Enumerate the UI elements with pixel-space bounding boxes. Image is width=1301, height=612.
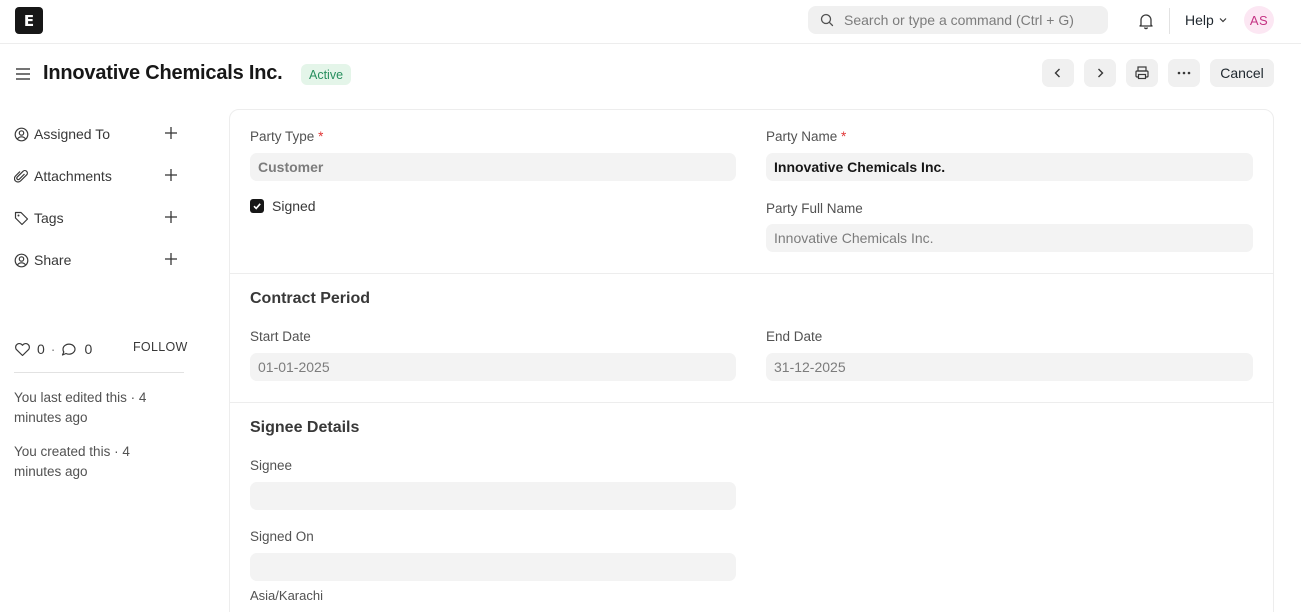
printer-icon (1135, 66, 1149, 80)
sidebar-divider (14, 372, 184, 373)
party-name-field[interactable]: Innovative Chemicals Inc. (766, 153, 1253, 181)
sidebar-item-label: Share (34, 252, 72, 268)
end-date-field[interactable]: 31-12-2025 (766, 353, 1253, 381)
search-icon (820, 13, 834, 27)
share-icon (14, 252, 30, 268)
signed-on-label: Signed On (250, 529, 314, 544)
follow-button[interactable]: FOLLOW (133, 340, 188, 354)
end-date-label: End Date (766, 329, 823, 344)
top-navbar: E Help AS (0, 0, 1301, 44)
sidebar-item-label: Tags (34, 210, 64, 226)
chevron-left-icon (1054, 68, 1060, 78)
add-tag-icon[interactable] (164, 210, 178, 224)
help-label: Help (1185, 12, 1214, 28)
signed-checkbox[interactable] (250, 199, 264, 213)
ellipsis-icon (1177, 71, 1191, 75)
sidebar-item-attachments[interactable]: Attachments (14, 166, 184, 186)
user-avatar[interactable]: AS (1244, 6, 1274, 34)
heart-icon[interactable] (14, 342, 31, 357)
next-record-button[interactable] (1084, 59, 1116, 87)
add-attachment-icon[interactable] (164, 168, 178, 182)
signee-details-section: Signee Details Signee Signed On Asia/Kar… (230, 403, 1273, 612)
cancel-button[interactable]: Cancel (1210, 59, 1274, 87)
party-full-name-label: Party Full Name (766, 201, 863, 216)
count-separator: · (50, 341, 56, 357)
required-indicator: * (318, 129, 324, 144)
signee-field[interactable] (250, 482, 736, 510)
status-badge: Active (301, 64, 352, 85)
party-type-field[interactable]: Customer (250, 153, 736, 181)
form-sidebar: Assigned To Attachments Tags Share 0 · 0… (0, 110, 200, 612)
contract-period-heading: Contract Period (250, 290, 371, 307)
party-name-label: Party Name * (766, 129, 846, 144)
party-section: Party Type * Customer Signed Party Name … (230, 110, 1273, 274)
party-full-name-field[interactable]: Innovative Chemicals Inc. (766, 224, 1253, 252)
activity-created: You created this · 4 minutes ago (14, 444, 130, 479)
party-name-label-text: Party Name (766, 129, 838, 144)
chevron-right-icon (1098, 68, 1104, 78)
page-head: Innovative Chemicals Inc. Active Cancel (0, 44, 1301, 106)
start-date-label: Start Date (250, 329, 311, 344)
party-type-label-text: Party Type (250, 129, 315, 144)
logo-letter: E (23, 11, 35, 30)
form-card: Party Type * Customer Signed Party Name … (229, 109, 1274, 612)
party-type-label: Party Type * (250, 129, 323, 144)
sidebar-item-share[interactable]: Share (14, 250, 184, 270)
likes-count: 0 (37, 341, 45, 357)
signee-details-heading: Signee Details (250, 419, 360, 436)
tag-icon (14, 210, 30, 226)
help-dropdown[interactable]: Help (1185, 12, 1228, 28)
signed-on-field[interactable] (250, 553, 736, 581)
signed-label[interactable]: Signed (272, 198, 316, 214)
search-input[interactable] (844, 12, 1094, 28)
more-actions-button[interactable] (1168, 59, 1200, 87)
contract-period-section: Contract Period Start Date 01-01-2025 En… (230, 274, 1273, 403)
activity-last-edited: You last edited this · 4 minutes ago (14, 390, 147, 425)
assign-icon (14, 126, 30, 142)
navbar-divider (1169, 8, 1170, 34)
timezone-label: Asia/Karachi (250, 588, 323, 603)
checkmark-icon (253, 203, 261, 210)
add-assignment-icon[interactable] (164, 126, 178, 140)
paperclip-icon (14, 168, 30, 184)
chevron-down-icon (1219, 18, 1227, 23)
sidebar-item-tags[interactable]: Tags (14, 208, 184, 228)
sidebar-item-label: Attachments (34, 168, 112, 184)
app-logo[interactable]: E (15, 7, 43, 34)
likes-comments-row: 0 · 0 FOLLOW (14, 340, 187, 358)
sidebar-item-assigned-to[interactable]: Assigned To (14, 124, 184, 144)
sidebar-toggle-icon[interactable] (15, 67, 31, 81)
print-button[interactable] (1126, 59, 1158, 87)
comments-count: 0 (84, 341, 93, 357)
previous-record-button[interactable] (1042, 59, 1074, 87)
add-share-icon[interactable] (164, 252, 178, 266)
sidebar-item-label: Assigned To (34, 126, 111, 142)
signee-label: Signee (250, 458, 293, 473)
search-bar[interactable] (808, 6, 1108, 34)
required-indicator: * (841, 129, 847, 144)
comment-icon[interactable] (61, 342, 77, 357)
page-title: Innovative Chemicals Inc. (43, 62, 283, 84)
start-date-field[interactable]: 01-01-2025 (250, 353, 736, 381)
notification-bell-icon[interactable] (1136, 11, 1156, 31)
